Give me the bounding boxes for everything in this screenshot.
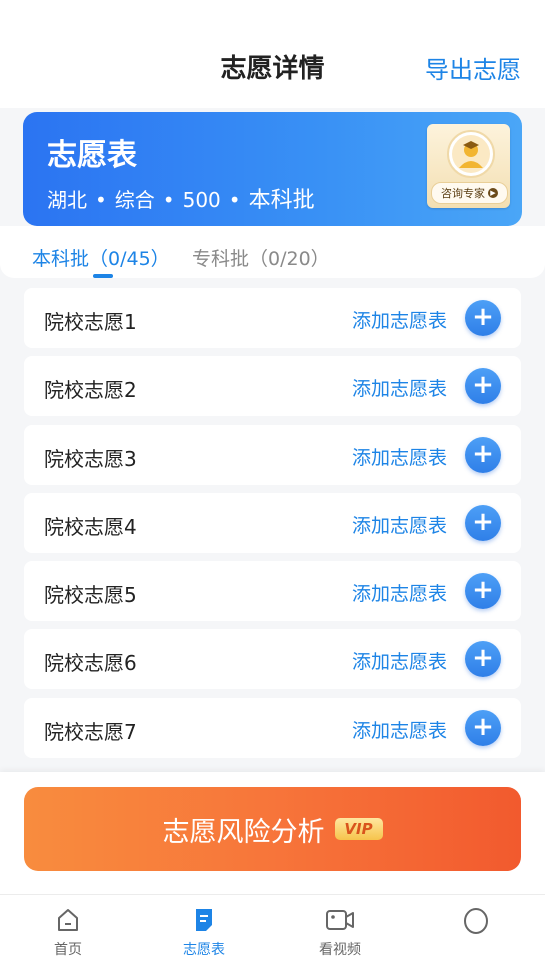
card-subtitle: 湖北 • 综合 • 500 • 本科批 xyxy=(47,182,315,214)
list-item: 院校志愿3 添加志愿表 + xyxy=(24,424,521,485)
separator: • xyxy=(162,188,175,212)
tabbar-item-video[interactable]: 看视频 xyxy=(300,907,380,959)
card-title: 志愿表 xyxy=(47,138,137,173)
province-text: 湖北 xyxy=(47,188,87,212)
video-icon xyxy=(326,910,354,930)
separator: • xyxy=(228,188,241,212)
add-volunteer-link[interactable]: 添加志愿表 xyxy=(352,511,447,538)
subject-text: 综合 xyxy=(114,188,155,212)
tab-college[interactable]: 专科批（0/20） xyxy=(192,244,330,271)
bottom-panel: 志愿风险分析 VIP xyxy=(0,772,545,894)
plus-icon[interactable]: + xyxy=(465,504,501,541)
list-item-label: 院校志愿2 xyxy=(44,378,137,403)
consult-expert-button[interactable]: 咨询专家 ▶ xyxy=(427,124,510,208)
tabbar-item-volunteer[interactable]: 志愿表 xyxy=(164,907,244,959)
add-volunteer-link[interactable]: 添加志愿表 xyxy=(352,374,447,401)
list-item-label: 院校志愿6 xyxy=(44,651,137,676)
list-item-label: 院校志愿7 xyxy=(44,719,137,744)
batch-tabs: 本科批（0/45） 专科批（0/20） xyxy=(0,226,545,278)
volunteer-list: 院校志愿1 添加志愿表 + 院校志愿2 添加志愿表 + 院校志愿3 添加志愿表 … xyxy=(24,288,521,766)
list-item: 院校志愿5 添加志愿表 + xyxy=(24,561,521,622)
header: 志愿详情 导出志愿 xyxy=(0,0,545,108)
plus-icon[interactable]: + xyxy=(465,368,501,405)
arrow-right-icon: ▶ xyxy=(488,188,498,198)
tabbar-item-home[interactable]: 首页 xyxy=(28,907,108,959)
tabbar-label: 看视频 xyxy=(319,942,361,958)
home-icon xyxy=(58,909,78,931)
volunteer-card: 志愿表 湖北 • 综合 • 500 • 本科批 咨询专家 ▶ xyxy=(23,112,522,226)
separator: • xyxy=(95,188,107,212)
add-volunteer-link[interactable]: 添加志愿表 xyxy=(352,443,447,470)
plus-icon[interactable]: + xyxy=(465,641,501,678)
tab-undergraduate[interactable]: 本科批（0/45） xyxy=(32,244,170,271)
batch-text: 本科批 xyxy=(248,188,315,213)
add-volunteer-link[interactable]: 添加志愿表 xyxy=(352,579,447,606)
score-text: 500 xyxy=(182,188,221,212)
risk-analysis-label: 志愿风险分析 xyxy=(162,816,325,848)
tab-indicator xyxy=(93,274,113,278)
document-icon xyxy=(196,909,212,931)
bottom-tabbar: 首页 志愿表 看视频 xyxy=(0,894,545,971)
list-item: 院校志愿1 添加志愿表 + xyxy=(24,288,521,348)
list-item: 院校志愿4 添加志愿表 + xyxy=(24,492,521,553)
plus-icon[interactable]: + xyxy=(465,436,501,473)
profile-icon xyxy=(464,908,488,934)
risk-analysis-button[interactable]: 志愿风险分析 VIP xyxy=(24,787,521,871)
add-volunteer-link[interactable]: 添加志愿表 xyxy=(352,716,447,743)
add-volunteer-link[interactable]: 添加志愿表 xyxy=(352,306,447,333)
expert-avatar-icon xyxy=(447,130,495,178)
tabbar-item-profile[interactable] xyxy=(436,907,516,941)
tabbar-label: 首页 xyxy=(54,942,82,958)
tabbar-label: 志愿表 xyxy=(183,942,225,958)
plus-icon[interactable]: + xyxy=(465,709,501,746)
list-item: 院校志愿2 添加志愿表 + xyxy=(24,356,521,417)
list-item-label: 院校志愿3 xyxy=(44,446,137,471)
expert-label-text: 咨询专家 xyxy=(441,187,485,200)
export-volunteer-link[interactable]: 导出志愿 xyxy=(425,50,521,85)
list-item-label: 院校志愿5 xyxy=(44,583,137,608)
expert-label: 咨询专家 ▶ xyxy=(431,182,508,204)
list-item-label: 院校志愿1 xyxy=(44,310,137,334)
list-item-label: 院校志愿4 xyxy=(44,514,137,539)
list-item: 院校志愿7 添加志愿表 + xyxy=(24,697,521,758)
vip-badge: VIP xyxy=(334,818,383,840)
add-volunteer-link[interactable]: 添加志愿表 xyxy=(352,647,447,674)
plus-icon[interactable]: + xyxy=(465,300,501,336)
plus-icon[interactable]: + xyxy=(465,573,501,610)
list-item: 院校志愿6 添加志愿表 + xyxy=(24,629,521,690)
